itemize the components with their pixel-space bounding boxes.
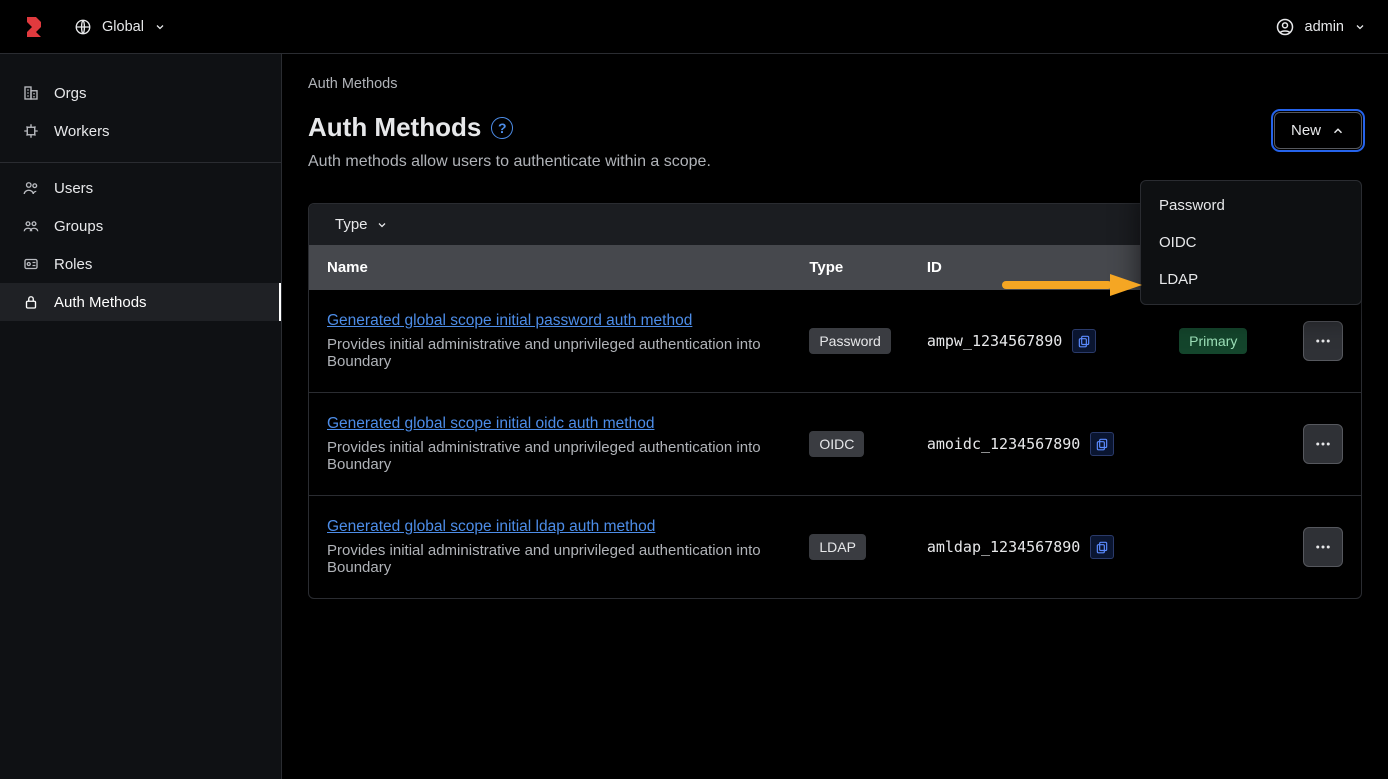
clipboard-icon <box>1095 437 1109 451</box>
new-dropdown: Password OIDC LDAP <box>1140 180 1362 305</box>
chevron-up-icon <box>1331 124 1345 138</box>
more-horizontal-icon <box>1314 332 1332 350</box>
clipboard-icon <box>1095 540 1109 554</box>
id-icon <box>22 255 40 273</box>
scope-label: Global <box>102 19 144 35</box>
row-actions-button[interactable] <box>1303 424 1343 464</box>
auth-method-description: Provides initial administrative and unpr… <box>327 336 773 370</box>
sidebar: Orgs Workers Users Groups Role <box>0 54 282 779</box>
sidebar-item-orgs[interactable]: Orgs <box>0 74 281 112</box>
group-icon <box>22 217 40 235</box>
chevron-down-icon <box>376 219 388 231</box>
sidebar-item-label: Groups <box>54 218 103 235</box>
globe-icon <box>74 18 92 36</box>
lock-icon <box>22 293 40 311</box>
sidebar-item-auth-methods[interactable]: Auth Methods <box>0 283 281 321</box>
auth-method-id: amoidc_1234567890 <box>927 435 1081 453</box>
page-title: Auth Methods <box>308 112 481 143</box>
new-button[interactable]: New <box>1274 112 1362 149</box>
auth-method-link[interactable]: Generated global scope initial ldap auth… <box>327 518 655 535</box>
building-icon <box>22 84 40 102</box>
new-button-label: New <box>1291 122 1321 139</box>
copy-id-button[interactable] <box>1090 432 1114 456</box>
scope-picker[interactable]: Global <box>74 18 166 36</box>
auth-method-link[interactable]: Generated global scope initial oidc auth… <box>327 415 654 432</box>
table-row: Generated global scope initial password … <box>309 290 1361 393</box>
sidebar-item-label: Orgs <box>54 85 87 102</box>
user-label: admin <box>1305 19 1345 35</box>
dropdown-item-ldap[interactable]: LDAP <box>1141 261 1361 298</box>
users-icon <box>22 179 40 197</box>
app-logo-icon <box>22 15 46 39</box>
more-horizontal-icon <box>1314 435 1332 453</box>
dropdown-item-oidc[interactable]: OIDC <box>1141 224 1361 261</box>
auth-method-link[interactable]: Generated global scope initial password … <box>327 312 692 329</box>
dropdown-item-password[interactable]: Password <box>1141 187 1361 224</box>
sidebar-item-label: Roles <box>54 256 92 273</box>
table-row: Generated global scope initial oidc auth… <box>309 393 1361 496</box>
user-circle-icon <box>1275 17 1295 37</box>
cpu-icon <box>22 122 40 140</box>
auth-method-id: amldap_1234567890 <box>927 538 1081 556</box>
sidebar-item-label: Users <box>54 180 93 197</box>
primary-badge: Primary <box>1179 328 1247 354</box>
row-actions-button[interactable] <box>1303 321 1343 361</box>
col-type: Type <box>791 245 908 290</box>
help-icon[interactable]: ? <box>491 117 513 139</box>
row-actions-button[interactable] <box>1303 527 1343 567</box>
clipboard-icon <box>1077 334 1091 348</box>
sidebar-item-label: Auth Methods <box>54 294 147 311</box>
type-filter[interactable]: Type <box>335 216 388 233</box>
main-content: Auth Methods Auth Methods ? Auth methods… <box>282 54 1388 779</box>
sidebar-item-groups[interactable]: Groups <box>0 207 281 245</box>
sidebar-item-label: Workers <box>54 123 110 140</box>
type-chip: Password <box>809 328 890 354</box>
chevron-down-icon <box>1354 21 1366 33</box>
chevron-down-icon <box>154 21 166 33</box>
table-row: Generated global scope initial ldap auth… <box>309 496 1361 599</box>
type-chip: OIDC <box>809 431 864 457</box>
breadcrumb: Auth Methods <box>308 76 1362 92</box>
type-filter-label: Type <box>335 216 368 233</box>
auth-method-id: ampw_1234567890 <box>927 332 1062 350</box>
col-id: ID <box>909 245 1161 290</box>
auth-method-description: Provides initial administrative and unpr… <box>327 439 773 473</box>
page-description: Auth methods allow users to authenticate… <box>308 153 711 171</box>
sidebar-item-workers[interactable]: Workers <box>0 112 281 150</box>
sidebar-item-roles[interactable]: Roles <box>0 245 281 283</box>
copy-id-button[interactable] <box>1090 535 1114 559</box>
sidebar-item-users[interactable]: Users <box>0 169 281 207</box>
type-chip: LDAP <box>809 534 866 560</box>
col-name: Name <box>309 245 791 290</box>
auth-method-description: Provides initial administrative and unpr… <box>327 542 773 576</box>
user-menu[interactable]: admin <box>1275 17 1367 37</box>
copy-id-button[interactable] <box>1072 329 1096 353</box>
top-bar: Global admin <box>0 0 1388 54</box>
more-horizontal-icon <box>1314 538 1332 556</box>
